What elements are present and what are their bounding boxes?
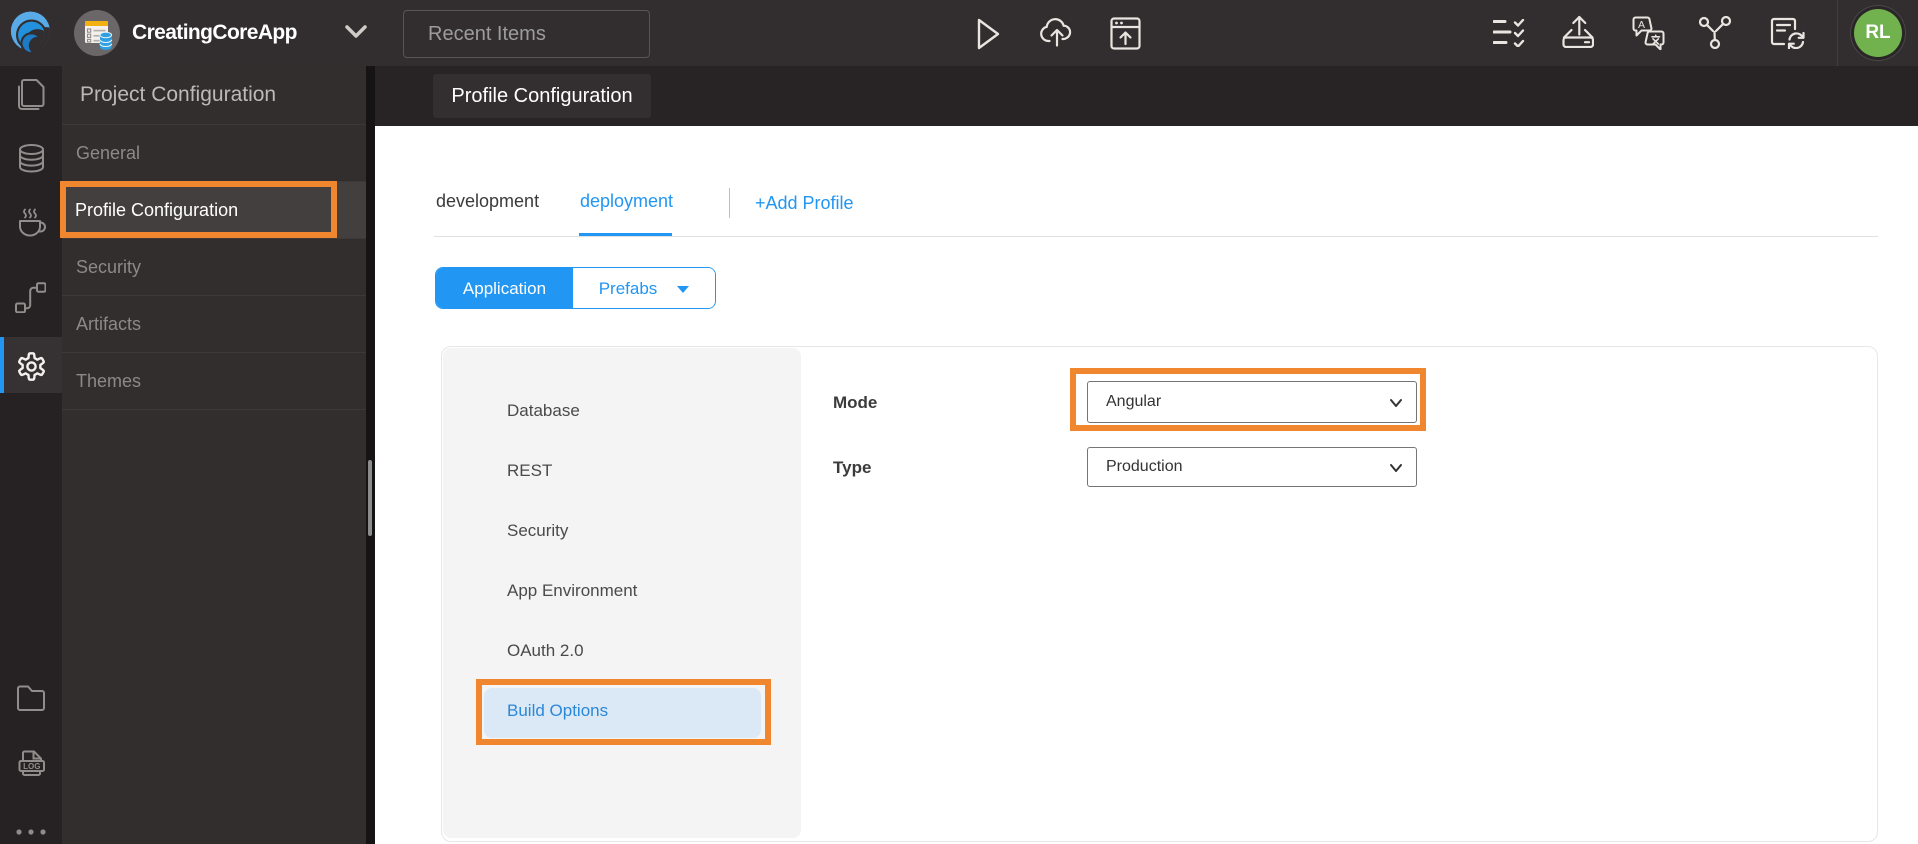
svg-text:A: A xyxy=(1638,19,1645,31)
svg-text:LOG: LOG xyxy=(23,762,40,771)
